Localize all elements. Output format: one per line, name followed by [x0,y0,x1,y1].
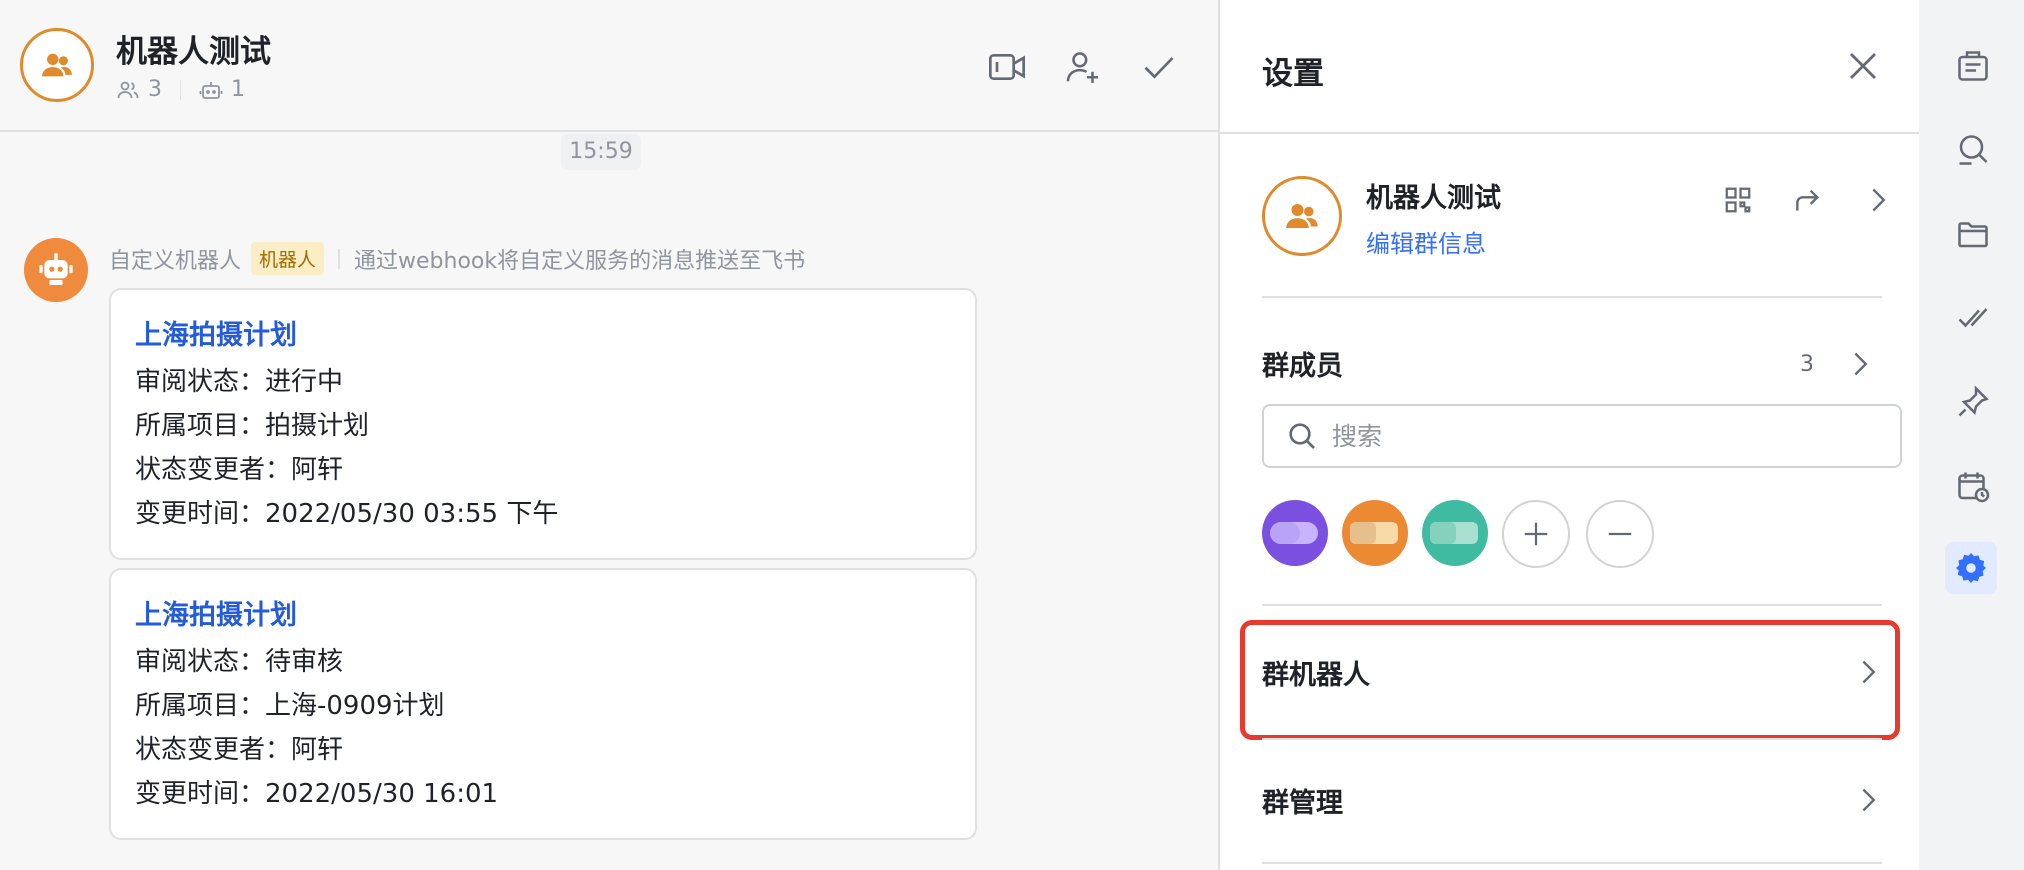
rail-calendar-button[interactable] [1951,464,1995,508]
bot-avatar[interactable] [24,238,88,302]
bot-tag: 机器人 [251,242,325,275]
bot-icon [199,81,223,99]
close-icon [1850,53,1876,79]
close-settings-button[interactable] [1841,44,1885,88]
add-member-button[interactable] [1502,500,1570,568]
sender-line: 自定义机器人 机器人 通过webhook将自定义服务的消息推送至飞书 [109,242,805,275]
right-rail [1919,0,2024,870]
chevron-right-icon [1854,352,1868,376]
members-icon [117,81,139,98]
video-call-button[interactable] [984,44,1030,90]
group-info-arrow[interactable] [1858,180,1898,220]
card-row-review-status: 审阅状态：待审核 [135,647,344,677]
avatar-image [1270,522,1318,544]
qr-code-button[interactable] [1718,180,1758,220]
card-row-changed-by: 状态变更者：阿轩 [135,455,344,485]
calendar-icon [1958,472,1990,503]
settings-panel: 设置 机器人测试 编辑群信息 群成员 3 搜索 群机器人 群管理 [1218,0,1921,870]
section-divider [1262,862,1882,864]
rail-tasks-button[interactable] [1951,296,1995,340]
minus-icon [1608,532,1632,536]
share-button[interactable] [1788,180,1828,220]
share-icon [1796,189,1820,211]
card-row-changed-time: 变更时间：2022/05/30 03:55 下午 [135,499,559,529]
group-bots-row[interactable]: 群机器人 [1262,642,1882,702]
chevron-right-icon [1862,788,1876,812]
search-icon [1289,423,1315,449]
group-management-label: 群管理 [1262,787,1343,819]
check-icon [1144,57,1174,79]
card-title[interactable]: 上海拍摄计划 [135,316,951,356]
chat-meta: 3 1 [116,77,245,102]
group-bots-label: 群机器人 [1262,659,1370,691]
bot-count: 1 [231,77,245,102]
message-card[interactable]: 上海拍摄计划 审阅状态：进行中 所属项目：拍摄计划 状态变更者：阿轩 变更时间：… [109,288,977,560]
section-divider [1262,604,1882,606]
rail-search-button[interactable] [1951,128,1995,172]
chevron-right-icon [1862,660,1876,684]
member-search-input[interactable] [1332,421,1872,451]
sender-separator [338,248,341,269]
qr-code-icon [1725,187,1751,213]
rail-announcement-button[interactable] [1951,44,1995,88]
card-row-changed-by: 状态变更者：阿轩 [135,735,344,765]
card-row-changed-time: 变更时间：2022/05/30 16:01 [135,779,499,809]
members-label[interactable]: 群成员 [1262,344,1343,383]
group-icon [1286,204,1318,228]
announcement-icon [1958,51,1988,81]
card-row-project: 所属项目：上海-0909计划 [135,691,445,721]
members-arrow[interactable] [1840,344,1880,384]
member-avatar[interactable] [1342,500,1408,566]
member-avatar[interactable] [1262,500,1328,566]
rail-pin-button[interactable] [1951,380,1995,424]
chat-header: 机器人测试 3 1 [0,0,1218,132]
group-avatar[interactable] [1262,176,1342,256]
video-call-icon [989,54,1025,80]
robot-icon [39,253,73,285]
add-member-icon [1066,52,1099,83]
search-icon [1959,135,1988,165]
meta-separator [180,79,181,100]
rail-files-button[interactable] [1951,212,1995,256]
message-timestamp: 15:59 [561,134,641,170]
group-management-row[interactable]: 群管理 [1262,770,1882,830]
add-member-button[interactable] [1060,44,1106,90]
member-avatar[interactable] [1422,500,1488,566]
card-title[interactable]: 上海拍摄计划 [135,596,951,636]
done-button[interactable] [1136,44,1182,90]
group-name: 机器人测试 [1366,183,1501,214]
remove-member-button[interactable] [1586,500,1654,568]
sender-description: 通过webhook将自定义服务的消息推送至飞书 [354,248,806,274]
group-icon [42,53,72,77]
members-count: 3 [1800,352,1814,377]
chat-title: 机器人测试 [116,34,271,70]
sender-name[interactable]: 自定义机器人 [109,243,241,275]
settings-title: 设置 [1262,56,1324,92]
rail-settings-button[interactable] [1945,542,1997,594]
member-search[interactable] [1262,404,1902,468]
folder-icon [1958,222,1988,248]
section-divider [1262,738,1882,740]
chat-pane: 机器人测试 3 1 15:59 自定义机器人 机器人 通过webhook将自定义… [0,0,1218,870]
card-row-review-status: 审阅状态：进行中 [135,367,344,397]
tasks-icon [1958,308,1988,328]
pin-icon [1958,385,1989,417]
card-row-project: 所属项目：拍摄计划 [135,411,370,441]
chevron-right-icon [1872,188,1886,212]
avatar-image [1350,522,1398,544]
member-count: 3 [148,77,162,102]
group-avatar[interactable] [20,28,94,102]
plus-icon [1524,522,1548,546]
section-divider [1262,296,1882,298]
avatar-image [1430,522,1478,544]
header-divider [1220,132,1921,134]
settings-icon [1956,553,1986,583]
message-card[interactable]: 上海拍摄计划 审阅状态：待审核 所属项目：上海-0909计划 状态变更者：阿轩 … [109,568,977,840]
group-info: 机器人测试 编辑群信息 [1262,176,1886,259]
edit-group-info-link[interactable]: 编辑群信息 [1366,224,1486,259]
